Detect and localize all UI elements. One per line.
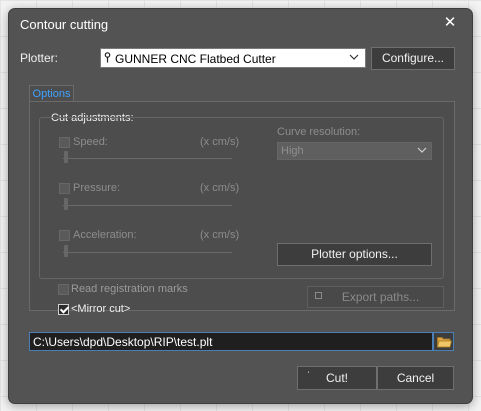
title-bar: Contour cutting ✕ (9, 9, 472, 39)
browse-folder-button[interactable] (433, 332, 454, 351)
export-paths-button[interactable]: Export paths... (307, 286, 444, 308)
read-registration-marks-label: Read registration marks (71, 283, 188, 295)
dialog-title: Contour cutting (20, 17, 109, 32)
acceleration-unit: (x cm/s) (200, 229, 240, 241)
mirror-cut-checkbox[interactable] (58, 304, 69, 315)
speed-slider-track (63, 158, 232, 159)
speed-checkbox[interactable] (59, 137, 70, 148)
pressure-slider-thumb[interactable] (64, 198, 68, 210)
chevron-down-icon (349, 50, 359, 67)
configure-button[interactable]: Configure... (371, 47, 455, 70)
pressure-slider-track (63, 205, 232, 206)
export-paths-label: Export paths... (341, 290, 420, 304)
speed-slider-thumb[interactable] (64, 151, 68, 163)
speed-unit: (x cm/s) (200, 136, 240, 148)
contour-cutting-dialog: Contour cutting ✕ Plotter: GUNNER CNC Fl… (8, 8, 473, 404)
cut-icon: ˈ (307, 371, 311, 382)
cancel-button[interactable]: Cancel (377, 366, 454, 390)
mirror-cut-label: <Mirror cut> (71, 303, 131, 315)
acceleration-checkbox[interactable] (59, 230, 70, 241)
cut-button[interactable]: ˈ Cut! (297, 366, 377, 390)
speed-label: Speed: (73, 136, 108, 148)
acceleration-label: Acceleration: (73, 229, 137, 241)
pin-icon (104, 52, 111, 66)
pressure-label: Pressure: (73, 182, 121, 194)
tab-options[interactable]: Options (29, 85, 74, 102)
read-registration-marks-checkbox[interactable] (58, 284, 69, 295)
acceleration-slider-track (63, 252, 232, 253)
export-icon (315, 292, 322, 299)
cut-button-label: Cut! (325, 371, 348, 385)
pressure-checkbox[interactable] (59, 183, 70, 194)
plotter-select[interactable]: GUNNER CNC Flatbed Cutter (100, 48, 366, 68)
plotter-label: Plotter: (20, 51, 59, 65)
plotter-selected-value: GUNNER CNC Flatbed Cutter (115, 52, 276, 66)
folder-icon (436, 336, 453, 351)
close-icon[interactable]: ✕ (438, 12, 462, 34)
curve-resolution-value: High (281, 145, 304, 157)
pressure-unit: (x cm/s) (200, 182, 240, 194)
plotter-options-button[interactable]: Plotter options... (277, 243, 432, 266)
curve-resolution-label: Curve resolution: (277, 126, 361, 138)
curve-resolution-select[interactable]: High (277, 142, 432, 160)
chevron-down-icon (417, 143, 427, 160)
file-path-value: C:\Users\dpd\Desktop\RIP\test.plt (33, 335, 213, 349)
file-path-input[interactable]: C:\Users\dpd\Desktop\RIP\test.plt (29, 332, 433, 351)
acceleration-slider-thumb[interactable] (64, 245, 68, 257)
